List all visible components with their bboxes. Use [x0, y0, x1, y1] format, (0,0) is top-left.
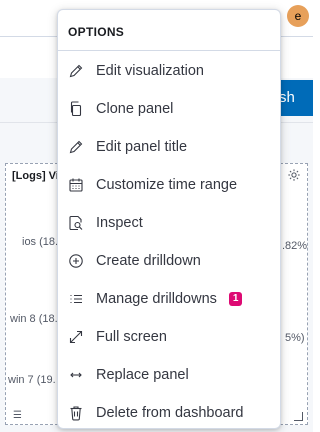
menu-item-full-screen[interactable]: Full screen	[58, 318, 280, 356]
menu-item-edit-panel-title[interactable]: Edit panel title	[58, 128, 280, 166]
resize-handle-icon[interactable]	[294, 412, 303, 421]
panel-options-menu: OPTIONS Edit visualization Clone panel E…	[57, 9, 281, 429]
drilldown-count-badge: 1	[228, 292, 243, 306]
menu-item-manage-drilldowns[interactable]: Manage drilldowns 1	[58, 280, 280, 318]
menu-item-label: Manage drilldowns	[96, 291, 217, 307]
menu-item-label: Full screen	[96, 329, 167, 345]
menu-divider	[58, 50, 280, 51]
menu-item-label: Clone panel	[96, 101, 174, 117]
plus-circle-icon	[68, 253, 84, 269]
menu-item-edit-visualization[interactable]: Edit visualization	[58, 52, 280, 90]
legend-toggle-icon[interactable]: ☰	[13, 410, 22, 421]
menu-item-label: Inspect	[96, 215, 143, 231]
gear-icon[interactable]	[287, 168, 301, 182]
swap-icon	[68, 367, 84, 383]
chart-label: win 7 (19.	[8, 374, 56, 386]
menu-item-create-drilldown[interactable]: Create drilldown	[58, 242, 280, 280]
inspect-icon	[68, 215, 84, 231]
menu-item-delete-from-dashboard[interactable]: Delete from dashboard	[58, 394, 280, 432]
copy-icon	[68, 101, 84, 117]
pencil-icon	[68, 63, 84, 79]
panel-title: [Logs] Vi	[12, 170, 59, 182]
menu-item-label: Replace panel	[96, 367, 189, 383]
pencil-icon	[68, 139, 84, 155]
menu-title: OPTIONS	[68, 25, 125, 39]
chart-label: .82%	[282, 240, 308, 252]
expand-icon	[68, 329, 84, 345]
menu-item-label: Create drilldown	[96, 253, 201, 269]
chart-label: win 8 (18.	[10, 313, 58, 325]
list-icon	[68, 291, 84, 307]
calendar-icon	[68, 177, 84, 193]
chart-label: ios (18.	[22, 236, 59, 248]
menu-item-replace-panel[interactable]: Replace panel	[58, 356, 280, 394]
user-avatar[interactable]: e	[287, 5, 309, 27]
menu-item-label: Customize time range	[96, 177, 238, 193]
menu-item-inspect[interactable]: Inspect	[58, 204, 280, 242]
menu-item-label: Edit panel title	[96, 139, 188, 155]
menu-item-label: Delete from dashboard	[96, 405, 244, 421]
trash-icon	[68, 405, 84, 421]
chart-label: 5%)	[285, 332, 305, 344]
menu-item-clone-panel[interactable]: Clone panel	[58, 90, 280, 128]
menu-item-label: Edit visualization	[96, 63, 204, 79]
menu-item-customize-time-range[interactable]: Customize time range	[58, 166, 280, 204]
